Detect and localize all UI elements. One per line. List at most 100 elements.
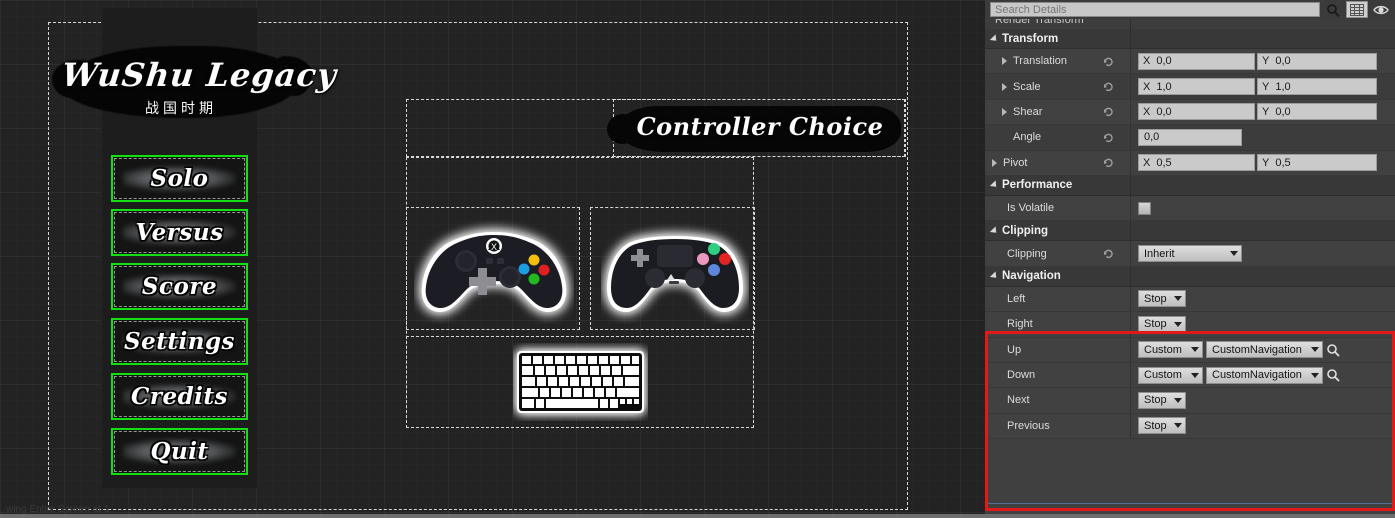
translation-x-field[interactable]: X 0,0 — [1138, 52, 1255, 70]
property-label: Next — [1007, 394, 1030, 407]
xbox-controller-image[interactable]: X — [414, 214, 574, 324]
field-value: 1,0 — [1156, 80, 1172, 93]
axis-label: X — [1143, 80, 1151, 93]
angle-field[interactable]: 0,0 — [1138, 128, 1242, 146]
column-splitter — [1130, 125, 1131, 150]
menu-button-versus[interactable]: Versus — [111, 209, 248, 256]
category-header-performance[interactable]: Performance — [985, 175, 1395, 196]
nav-right-dropdown[interactable]: Stop — [1138, 315, 1186, 333]
menu-button-credits[interactable]: Credits — [111, 373, 248, 420]
expand-arrow-icon[interactable] — [992, 158, 997, 167]
umg-widget-designer-window: WuShu Legacy 战国时期 Solo Versus Score Sett… — [0, 0, 1395, 518]
browse-icon[interactable] — [1326, 343, 1340, 357]
category-label: Performance — [1002, 179, 1073, 192]
property-row-nav-next: Next Stop — [985, 388, 1395, 414]
nav-up-mode-dropdown[interactable]: Custom — [1138, 341, 1203, 359]
scale-x-field[interactable]: X 1,0 — [1138, 78, 1255, 96]
dropdown-value: Stop — [1144, 394, 1167, 407]
dropdown-value: Stop — [1144, 318, 1167, 331]
property-row-nav-right: Right Stop — [985, 312, 1395, 338]
browse-icon[interactable] — [1326, 368, 1340, 382]
dropdown-value: Custom — [1144, 343, 1182, 356]
menu-button-settings[interactable]: Settings — [111, 318, 248, 365]
keyboard-icon — [517, 351, 644, 413]
property-row-shear: Shear X 0,0 Y 0,0 — [985, 99, 1395, 126]
column-splitter — [1130, 312, 1131, 337]
nav-up-target-dropdown[interactable]: CustomNavigation — [1206, 341, 1323, 359]
logo-subtitle: 战国时期 — [145, 101, 217, 117]
chevron-down-icon — [989, 271, 1000, 281]
details-panel: Render Transform Transform Translation X… — [985, 0, 1395, 518]
svg-text:X: X — [491, 242, 497, 252]
eye-icon[interactable] — [1370, 1, 1392, 18]
category-header-clipping[interactable]: Clipping — [985, 221, 1395, 242]
column-splitter — [1130, 362, 1131, 388]
nav-left-dropdown[interactable]: Stop — [1138, 290, 1186, 308]
search-icon[interactable] — [1322, 1, 1344, 18]
menu-button-label: Quit — [150, 438, 209, 465]
menu-button-score[interactable]: Score — [111, 263, 248, 310]
grid-view-icon[interactable] — [1346, 1, 1368, 18]
property-label: Right — [1007, 318, 1033, 331]
category-header-transform[interactable]: Transform — [985, 29, 1395, 49]
translation-y-field[interactable]: Y 0,0 — [1257, 52, 1377, 70]
reset-to-default-icon[interactable] — [1103, 132, 1114, 143]
field-value: 0,0 — [1144, 131, 1160, 144]
nav-down-target-dropdown[interactable]: CustomNavigation — [1206, 366, 1323, 384]
nav-previous-dropdown[interactable]: Stop — [1138, 417, 1186, 435]
column-splitter — [1130, 241, 1131, 266]
keyboard-image[interactable] — [513, 343, 648, 421]
nav-next-dropdown[interactable]: Stop — [1138, 391, 1186, 409]
column-splitter — [1130, 150, 1131, 175]
property-row-angle: Angle 0,0 — [985, 125, 1395, 151]
shear-y-field[interactable]: Y 0,0 — [1257, 103, 1377, 121]
category-header-navigation[interactable]: Navigation — [985, 266, 1395, 287]
focus-underline — [988, 503, 1392, 504]
reset-to-default-icon[interactable] — [1103, 157, 1114, 168]
pivot-x-field[interactable]: X 0,5 — [1138, 154, 1255, 172]
category-label: Clipping — [1002, 224, 1048, 237]
menu-button-solo[interactable]: Solo — [111, 155, 248, 202]
property-row-nav-previous: Previous Stop — [985, 413, 1395, 440]
menu-button-quit[interactable]: Quit — [111, 428, 248, 475]
reset-to-default-icon[interactable] — [1103, 56, 1114, 67]
property-row-clipping: Clipping Inherit — [985, 241, 1395, 267]
dropdown-value: Stop — [1144, 419, 1167, 432]
nav-down-mode-dropdown[interactable]: Custom — [1138, 366, 1203, 384]
reset-to-default-icon[interactable] — [1103, 248, 1114, 259]
column-splitter — [1130, 286, 1131, 312]
reset-to-default-icon[interactable] — [1103, 106, 1114, 117]
playstation-controller-image[interactable] — [601, 214, 749, 324]
column-splitter — [1130, 99, 1131, 125]
expand-arrow-icon[interactable] — [1002, 82, 1007, 91]
scale-y-field[interactable]: Y 1,0 — [1257, 78, 1377, 96]
property-label: Scale — [1013, 80, 1041, 93]
property-row-pivot: Pivot X 0,5 Y 0,5 — [985, 150, 1395, 176]
expand-arrow-icon[interactable] — [1002, 57, 1007, 66]
shear-x-field[interactable]: X 0,0 — [1138, 103, 1255, 121]
category-label: Transform — [1002, 32, 1059, 45]
pivot-y-field[interactable]: Y 0,5 — [1257, 154, 1377, 172]
reset-to-default-icon[interactable] — [1103, 81, 1114, 92]
category-label: Navigation — [1002, 270, 1061, 283]
menu-button-label: Settings — [124, 328, 235, 355]
details-rows: Transform Translation X 0,0 Y 0,0 Scale … — [985, 29, 1395, 440]
column-splitter — [1130, 266, 1131, 286]
is-volatile-checkbox[interactable] — [1138, 201, 1151, 215]
clipping-dropdown[interactable]: Inherit — [1138, 245, 1242, 263]
field-value: 0,0 — [1156, 105, 1172, 118]
clipped-section-header: Render Transform — [985, 19, 1395, 29]
chevron-down-icon — [1311, 347, 1319, 353]
column-splitter — [1130, 337, 1131, 362]
property-row-scale: Scale X 1,0 Y 1,0 — [985, 74, 1395, 100]
expand-arrow-icon[interactable] — [1002, 107, 1007, 116]
field-value: 0,0 — [1275, 105, 1291, 118]
property-label: Clipping — [1007, 247, 1047, 260]
column-splitter — [1130, 221, 1131, 241]
search-input[interactable] — [990, 2, 1320, 17]
playstation-controller-icon — [607, 236, 743, 312]
designer-viewport[interactable]: WuShu Legacy 战国时期 Solo Versus Score Sett… — [0, 0, 985, 518]
property-label: Up — [1007, 343, 1022, 356]
axis-label: Y — [1262, 105, 1270, 118]
panel-bottom-strip — [985, 514, 1395, 518]
